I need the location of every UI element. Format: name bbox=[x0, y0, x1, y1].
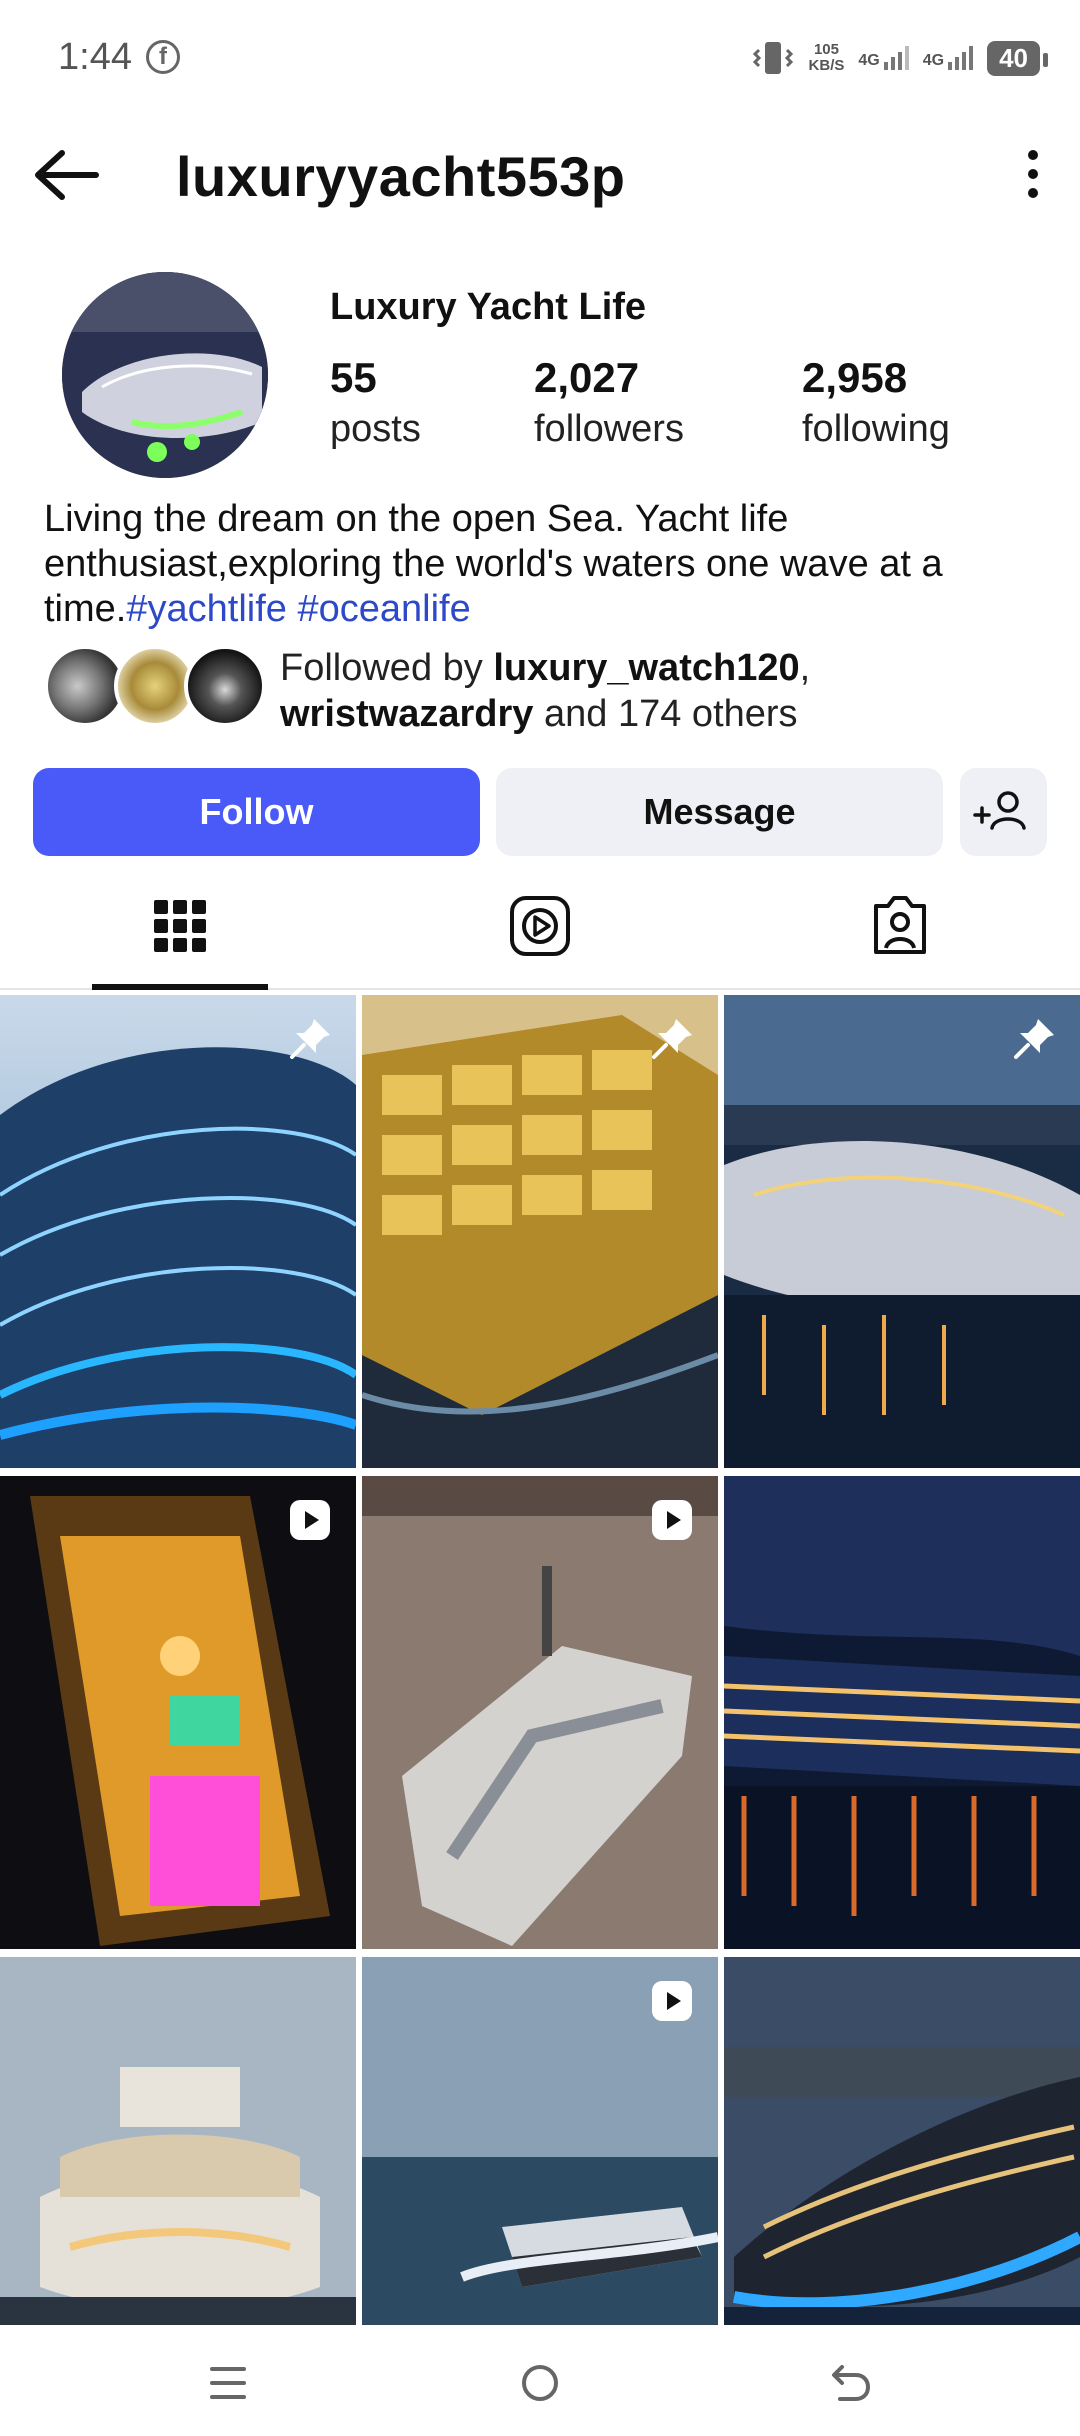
stat-followers[interactable]: 2,027 followers bbox=[534, 354, 802, 451]
signal-bars-icon bbox=[948, 46, 974, 70]
display-name: Luxury Yacht Life bbox=[330, 286, 647, 328]
stat-following-label: following bbox=[802, 408, 950, 450]
signal-1: 4G bbox=[858, 46, 909, 70]
post-thumbnail[interactable] bbox=[724, 995, 1080, 1468]
pinned-icon bbox=[652, 1019, 692, 1059]
stat-posts-count: 55 bbox=[330, 354, 377, 401]
cruise-ship-image bbox=[0, 995, 356, 1468]
battery-indicator: 40 bbox=[987, 40, 1048, 76]
followed-by-suffix: and 174 others bbox=[533, 693, 798, 735]
signal-bars-icon bbox=[883, 46, 909, 70]
post-thumbnail[interactable] bbox=[724, 1476, 1080, 1949]
yacht-bow-image bbox=[0, 1957, 356, 2325]
vibrate-icon bbox=[752, 42, 793, 74]
add-person-icon bbox=[973, 791, 1026, 830]
follow-button[interactable]: Follow bbox=[33, 768, 480, 856]
facebook-notification-icon: f bbox=[146, 40, 180, 74]
bio-hashtags[interactable]: #yachtlife #oceanlife bbox=[126, 588, 470, 630]
speed-unit: KB/S bbox=[808, 57, 845, 74]
grid-icon bbox=[154, 900, 206, 952]
stat-following-count: 2,958 bbox=[802, 354, 908, 401]
yacht-avatar-image bbox=[62, 272, 268, 478]
speed-value: 105 bbox=[813, 41, 839, 58]
pinned-icon bbox=[1014, 1019, 1054, 1059]
tagged-person-icon bbox=[874, 896, 926, 954]
pinned-icon bbox=[290, 1019, 330, 1059]
post-thumbnail[interactable] bbox=[0, 1957, 356, 2325]
stat-following[interactable]: 2,958 following bbox=[802, 354, 1032, 451]
active-tab-indicator bbox=[92, 984, 268, 990]
status-bar: 1:44 f 105 KB/S 4G 4G 40 bbox=[0, 0, 1080, 115]
profile-header: luxuryyacht553p bbox=[0, 130, 1080, 220]
post-thumbnail[interactable] bbox=[362, 1476, 718, 1949]
stat-posts-label: posts bbox=[330, 408, 421, 450]
tab-tagged[interactable] bbox=[720, 880, 1080, 990]
followed-by-row[interactable]: Followed by luxury_watch120, wristwazard… bbox=[44, 645, 1054, 735]
profile-stats: 55 posts 2,027 followers 2,958 following bbox=[330, 354, 1032, 451]
network-speed: 105 KB/S bbox=[809, 42, 845, 74]
sunset-yacht-image bbox=[362, 1476, 718, 1949]
profile-tabs bbox=[0, 880, 1080, 990]
stat-followers-label: followers bbox=[534, 408, 684, 450]
post-thumbnail[interactable] bbox=[362, 1957, 718, 2325]
post-thumbnail[interactable] bbox=[0, 1476, 356, 1949]
network-type-1: 4G bbox=[858, 52, 880, 69]
profile-avatar[interactable] bbox=[62, 272, 268, 478]
post-thumbnail[interactable] bbox=[0, 995, 356, 1468]
username-title: luxuryyacht553p bbox=[176, 145, 626, 208]
blue-lit-superyacht-image bbox=[724, 1957, 1080, 2325]
back-arrow-icon[interactable] bbox=[32, 148, 100, 202]
followed-by-prefix: Followed by bbox=[280, 647, 494, 689]
signal-2: 4G bbox=[922, 46, 974, 70]
stat-posts[interactable]: 55 posts bbox=[330, 354, 534, 451]
reels-icon bbox=[510, 896, 570, 956]
gold-cargo-ship-image bbox=[362, 995, 718, 1468]
post-thumbnail[interactable] bbox=[724, 1957, 1080, 2325]
home-icon[interactable] bbox=[510, 2353, 570, 2413]
reel-icon bbox=[652, 1500, 692, 1540]
followed-by-text: Followed by luxury_watch120, wristwazard… bbox=[280, 645, 810, 737]
stat-followers-count: 2,027 bbox=[534, 354, 640, 401]
tab-reels[interactable] bbox=[360, 880, 720, 990]
tab-posts-grid[interactable] bbox=[0, 880, 360, 990]
system-navigation-bar bbox=[0, 2325, 1080, 2436]
post-thumbnail[interactable] bbox=[362, 995, 718, 1468]
reel-icon bbox=[652, 1981, 692, 2021]
more-options-icon[interactable] bbox=[1026, 150, 1040, 200]
recent-apps-icon[interactable] bbox=[198, 2353, 258, 2413]
reel-icon bbox=[290, 1500, 330, 1540]
followed-by-user[interactable]: wristwazardry bbox=[280, 693, 533, 735]
status-time: 1:44 bbox=[58, 36, 132, 78]
followed-by-separator: , bbox=[799, 647, 811, 689]
superyacht-city-image bbox=[724, 995, 1080, 1468]
profile-bio: Living the dream on the open Sea. Yacht … bbox=[44, 497, 1054, 632]
night-yacht-deck-image bbox=[0, 1476, 356, 1949]
cruise-ship-night-image bbox=[724, 1476, 1080, 1949]
status-indicators: 105 KB/S 4G 4G 40 bbox=[751, 36, 1048, 80]
posts-grid bbox=[0, 995, 1080, 2325]
suggested-users-button[interactable] bbox=[960, 768, 1047, 856]
followed-by-user[interactable]: luxury_watch120 bbox=[493, 647, 799, 689]
message-button[interactable]: Message bbox=[496, 768, 943, 856]
network-type-2: 4G bbox=[922, 52, 945, 69]
back-icon[interactable] bbox=[822, 2353, 882, 2413]
follower-avatar bbox=[184, 645, 266, 727]
